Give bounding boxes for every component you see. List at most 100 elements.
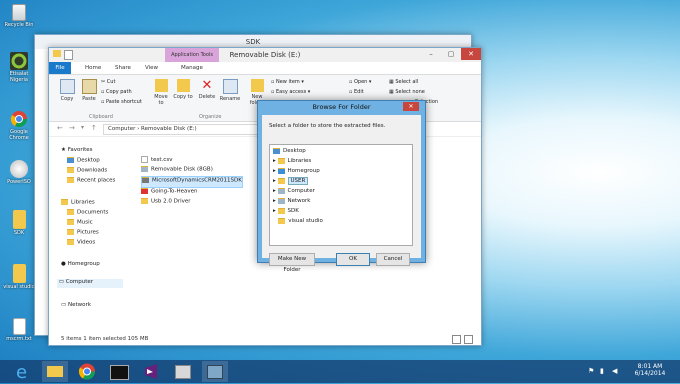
command-prompt-icon[interactable] <box>106 361 132 382</box>
copy-path-button[interactable]: ▫ Copy path <box>101 89 132 95</box>
dialog-title: Browse For Folder <box>312 103 371 111</box>
back-button[interactable]: ← <box>57 124 63 132</box>
file-item[interactable]: test.csv <box>141 156 243 166</box>
folder-icon <box>12 210 26 229</box>
tree-item-sdk[interactable]: ▸ SDK <box>273 207 299 216</box>
tree-item-network[interactable]: ▸ Network <box>273 197 310 206</box>
desktop-icon-label: Google Chrome <box>9 129 29 141</box>
dialog-close-button[interactable]: ✕ <box>403 102 419 111</box>
paste-shortcut-button[interactable]: ▫ Paste shortcut <box>101 99 142 105</box>
nav-documents[interactable]: Documents <box>67 209 108 216</box>
tab-view[interactable]: View <box>145 65 158 71</box>
nav-downloads[interactable]: Downloads <box>67 167 107 174</box>
tab-share[interactable]: Share <box>115 65 131 71</box>
desktop-icon-poweriso[interactable]: PowerISO <box>2 160 36 185</box>
nav-favorites[interactable]: ★ Favorites <box>61 147 93 153</box>
close-button[interactable]: ✕ <box>461 48 481 60</box>
recent-locations-button[interactable]: ▾ <box>81 124 84 131</box>
desktop-icon-label: SDK <box>13 230 25 236</box>
make-new-folder-button[interactable]: Make New Folder <box>269 253 315 273</box>
tab-manage[interactable]: Manage <box>181 65 203 71</box>
desktop-icon-label: PowerISO <box>7 179 31 185</box>
chrome-taskbar-icon[interactable] <box>74 361 100 382</box>
window-title: Removable Disk (E:) <box>229 51 301 59</box>
window-title: SDK <box>245 38 261 46</box>
copy-to-button[interactable]: Copy to <box>173 79 193 100</box>
desktop-icon-mscrm[interactable]: mscrm.txt <box>2 318 36 342</box>
file-item[interactable]: Going-To-Heaven <box>141 188 243 198</box>
select-all-button[interactable]: ▦ Select all <box>389 79 418 85</box>
file-item[interactable]: Usb 2.0 Driver <box>141 198 243 208</box>
recycle-bin-icon <box>12 4 26 21</box>
browse-for-folder-dialog[interactable]: Browse For Folder ✕ Select a folder to s… <box>257 100 426 273</box>
delete-icon: ✕ <box>201 78 213 93</box>
nav-desktop[interactable]: Desktop <box>67 157 100 164</box>
folder-icon <box>12 264 26 283</box>
tree-item-homegroup[interactable]: ▸ Homegroup <box>273 167 320 176</box>
network-icon[interactable]: ▮ <box>600 367 604 375</box>
desktop-icon-chrome[interactable]: Google Chrome <box>2 110 36 141</box>
edit-button[interactable]: ▫ Edit <box>349 89 364 95</box>
ie-icon[interactable]: e <box>10 361 36 383</box>
up-button[interactable]: ↑ <box>91 124 97 132</box>
cut-button[interactable]: ✂ Cut <box>101 79 115 85</box>
rename-icon <box>222 79 238 94</box>
copy-button[interactable]: Copy <box>57 79 77 102</box>
desktop-icon-sdk[interactable]: SDK <box>2 210 36 236</box>
file-item[interactable]: Removable Disk (8GB) <box>141 166 243 176</box>
desktop-icon-recycle-bin[interactable]: Recycle Bin <box>2 4 36 28</box>
new-item-button[interactable]: ▫ New item ▾ <box>271 79 304 85</box>
file-explorer-icon[interactable] <box>42 361 68 382</box>
folder-tree[interactable]: Desktop ▸ Libraries ▸ Homegroup ▸ USER ▸… <box>269 144 413 246</box>
visual-studio-icon[interactable] <box>138 361 164 382</box>
desktop-icon-visual-studio[interactable]: visual studio <box>2 264 36 290</box>
file-item-selected[interactable]: MicrosoftDynamicsCRM2011SDK <box>141 176 243 188</box>
desktop-icon-label: Recycle Bin <box>4 22 34 28</box>
tree-item-user[interactable]: ▸ USER <box>273 177 309 186</box>
tree-item-visual-studio[interactable]: visual studio <box>273 217 323 226</box>
minimize-button[interactable]: – <box>421 48 441 60</box>
paste-icon <box>81 79 97 94</box>
open-button[interactable]: ▫ Open ▾ <box>349 79 371 85</box>
installer-icon[interactable] <box>202 361 228 382</box>
nav-music[interactable]: Music <box>67 219 93 226</box>
forward-button[interactable]: → <box>69 124 75 132</box>
tree-item-desktop[interactable]: Desktop <box>273 147 306 156</box>
paste-button[interactable]: Paste <box>79 79 99 102</box>
nav-videos[interactable]: Videos <box>67 239 95 246</box>
volume-icon[interactable]: ◀ <box>612 367 617 375</box>
nav-recent-places[interactable]: Recent places <box>67 177 115 184</box>
nav-libraries[interactable]: Libraries <box>61 199 95 206</box>
nav-computer[interactable]: ▭ Computer <box>57 279 123 288</box>
nav-pictures[interactable]: Pictures <box>67 229 99 236</box>
tree-item-computer[interactable]: ▸ Computer <box>273 187 315 196</box>
tab-file[interactable]: File <box>49 62 71 74</box>
etisalat-icon <box>10 52 28 70</box>
nav-network[interactable]: ▭ Network <box>61 302 91 308</box>
maximize-button[interactable]: ▢ <box>441 48 461 60</box>
move-to-button[interactable]: Move to <box>151 79 171 106</box>
rename-button[interactable]: Rename <box>219 79 241 102</box>
desktop-icon-etisalat[interactable]: Etisalat Nigeria <box>2 52 36 83</box>
navigation-pane: ★ Favorites Desktop Downloads Recent pla… <box>49 134 129 331</box>
details-view-icon[interactable] <box>452 335 461 344</box>
clock-time: 8:01 AM <box>637 363 663 370</box>
cancel-button[interactable]: Cancel <box>376 253 410 266</box>
clock[interactable]: 8:01 AM 6/14/2014 <box>630 363 670 377</box>
tab-home[interactable]: Home <box>85 65 101 71</box>
group-organize: Organize <box>199 114 222 120</box>
desktop-icon-label: mscrm.txt <box>6 336 32 342</box>
select-none-button[interactable]: ▦ Select none <box>389 89 425 95</box>
nav-homegroup[interactable]: ● Homegroup <box>61 261 100 267</box>
desktop-icon-label: visual studio <box>3 284 35 290</box>
poweriso-icon <box>10 160 28 178</box>
file-list: test.csv Removable Disk (8GB) MicrosoftD… <box>141 156 243 208</box>
desktop-icon-label: Etisalat Nigeria <box>9 71 29 83</box>
generic-app-icon[interactable] <box>170 361 196 382</box>
tree-item-libraries[interactable]: ▸ Libraries <box>273 157 311 166</box>
large-icons-view-icon[interactable] <box>464 335 473 344</box>
ok-button[interactable]: OK <box>336 253 370 266</box>
easy-access-button[interactable]: ▫ Easy access ▾ <box>271 89 310 95</box>
delete-button[interactable]: ✕ Delete <box>197 79 217 100</box>
tray-flag-icon[interactable]: ⚑ <box>588 367 594 375</box>
